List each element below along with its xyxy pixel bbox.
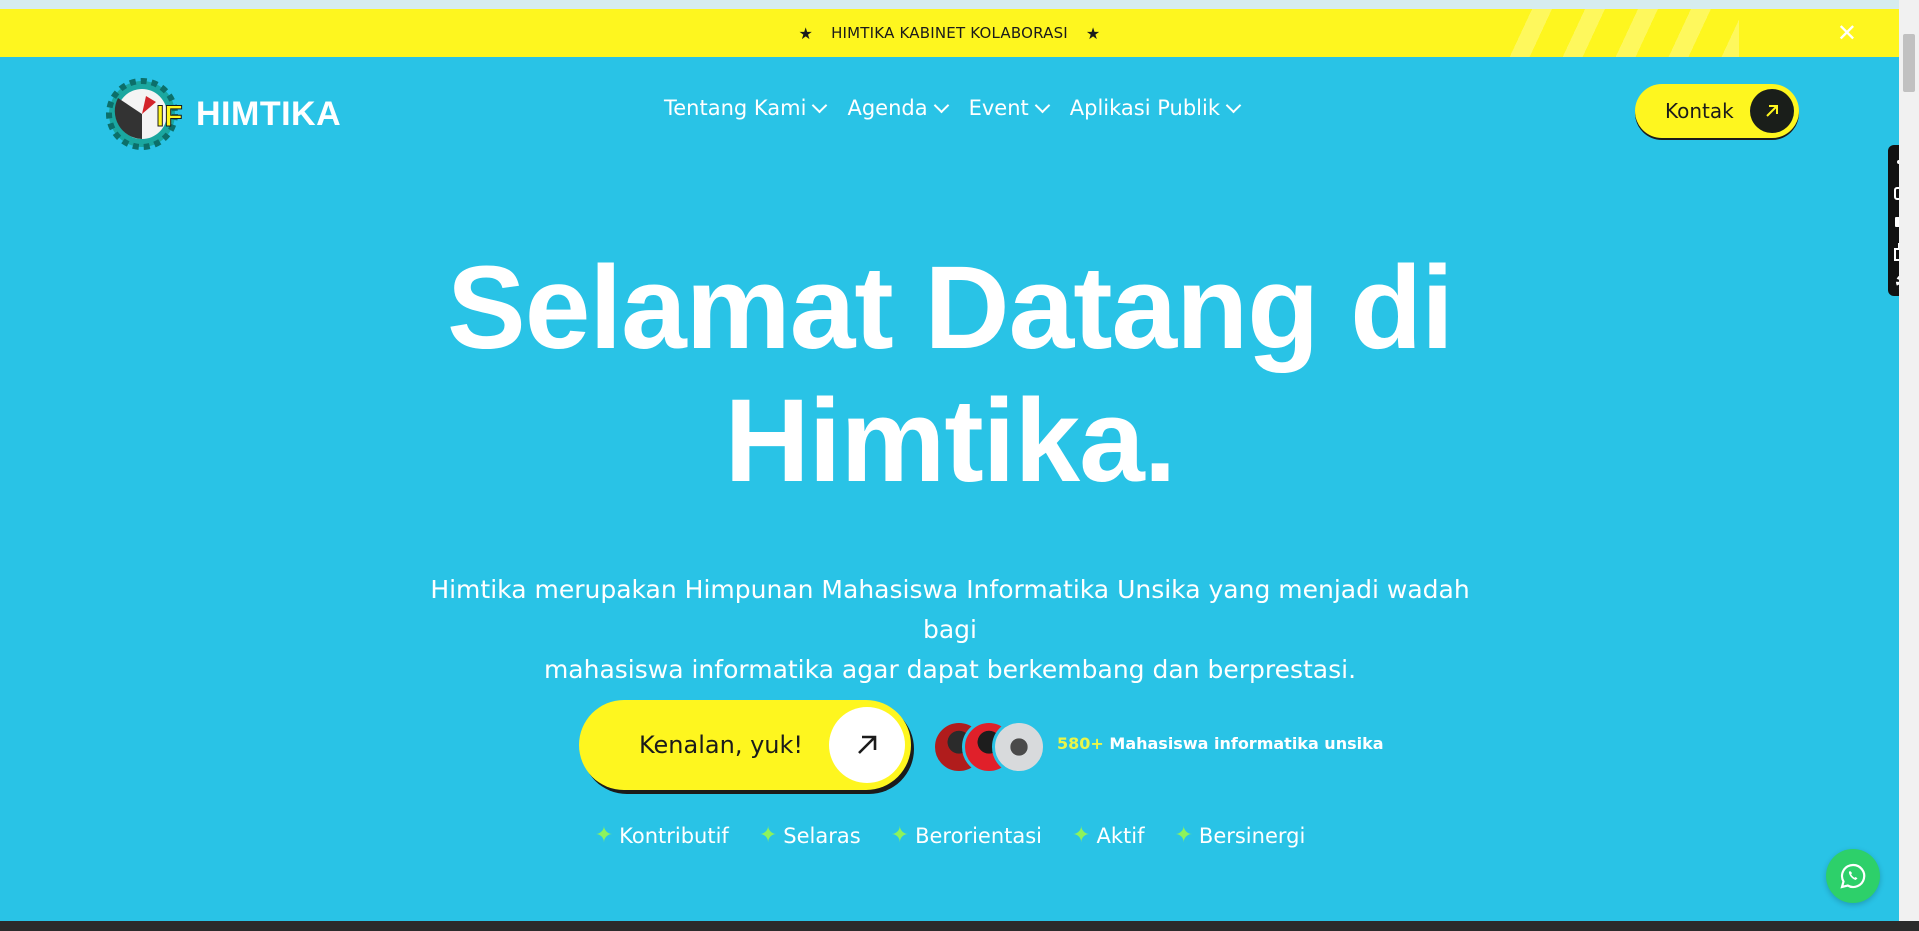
nav-item-label: Tentang Kami — [664, 96, 807, 120]
value-label: Berorientasi — [915, 823, 1043, 848]
nav-item-aplikasi-publik[interactable]: Aplikasi Publik — [1069, 96, 1242, 120]
sparkle-icon: ✦ — [1072, 823, 1091, 848]
star-icon: ★ — [798, 23, 814, 43]
chevron-down-icon — [1225, 97, 1242, 114]
sparkle-icon: ✦ — [594, 823, 614, 848]
nav-item-agenda[interactable]: Agenda — [847, 96, 949, 120]
nav-item-tentang-kami[interactable]: Tentang Kami — [664, 96, 828, 120]
nav-item-label: Agenda — [847, 96, 928, 120]
sparkle-icon: ✦ — [890, 823, 910, 848]
kenalan-button-label: Kenalan, yuk! — [639, 731, 804, 759]
contact-button[interactable]: Kontak — [1635, 84, 1799, 138]
chevron-down-icon — [1034, 97, 1051, 114]
sparkle-icon: ✦ — [758, 823, 778, 848]
value-item: ✦ Selaras — [759, 823, 861, 848]
announcement-decoration — [1499, 9, 1739, 57]
taskbar-edge — [0, 921, 1919, 931]
nav-item-event[interactable]: Event — [968, 96, 1051, 120]
arrow-up-right-icon — [829, 707, 905, 783]
hero-title: Selamat Datang di Himtika. — [0, 242, 1900, 508]
arrow-up-right-icon — [1750, 89, 1794, 133]
value-label: Selaras — [783, 823, 861, 848]
kenalan-button[interactable]: Kenalan, yuk! — [579, 700, 911, 790]
member-count: 580+ — [1057, 734, 1104, 753]
nav-item-label: Aplikasi Publik — [1069, 96, 1221, 120]
svg-text:IF: IF — [156, 100, 183, 133]
whatsapp-button[interactable] — [1826, 849, 1880, 903]
hero-title-line2: Himtika. — [724, 375, 1176, 507]
avatar — [992, 720, 1046, 774]
hero-subtitle-line1: Himtika merupakan Himpunan Mahasiswa Inf… — [430, 575, 1470, 644]
browser-top-strip — [0, 0, 1900, 9]
nav-item-label: Event — [968, 96, 1029, 120]
value-item: ✦ Kontributif — [595, 823, 729, 848]
value-label: Kontributif — [619, 823, 729, 848]
whatsapp-icon — [1840, 863, 1866, 889]
page-scrollbar[interactable] — [1899, 0, 1919, 921]
chevron-down-icon — [933, 97, 949, 114]
site-logo[interactable]: IF HIMTIKA — [106, 76, 341, 152]
announcement-bar: ★ HIMTIKA KABINET KOLABORASI ★ ✕ — [0, 9, 1899, 57]
main-nav: Tentang Kami Agenda Event Aplikasi Publi… — [664, 96, 1242, 120]
value-item: ✦ Bersinergi — [1174, 823, 1305, 848]
member-label: Mahasiswa informatika unsika — [1109, 734, 1384, 753]
value-item: ✦ Aktif — [1072, 823, 1144, 848]
sparkle-icon: ✦ — [1174, 823, 1193, 848]
announcement-text: HIMTIKA KABINET KOLABORASI — [831, 24, 1068, 42]
chevron-down-icon — [812, 97, 828, 114]
logo-text: HIMTIKA — [196, 94, 342, 133]
close-icon[interactable]: ✕ — [1833, 19, 1861, 47]
hero-subtitle-line2: mahasiswa informatika agar dapat berkemb… — [543, 655, 1357, 684]
member-avatars — [932, 720, 1048, 774]
member-stats: 580+ Mahasiswa informatika unsika — [1057, 734, 1384, 753]
scrollbar-thumb[interactable] — [1903, 34, 1915, 92]
hero-title-line1: Selamat Datang di — [447, 242, 1454, 374]
value-label: Aktif — [1096, 823, 1145, 848]
himtika-logo-icon: IF — [106, 78, 183, 150]
star-icon: ★ — [1085, 23, 1101, 43]
contact-button-label: Kontak — [1665, 99, 1734, 123]
value-label: Bersinergi — [1198, 823, 1306, 848]
hero-subtitle: Himtika merupakan Himpunan Mahasiswa Inf… — [400, 570, 1500, 690]
values-list: ✦ Kontributif ✦ Selaras ✦ Berorientasi ✦ Akt… — [0, 823, 1900, 848]
value-item: ✦ Berorientasi — [891, 823, 1042, 848]
